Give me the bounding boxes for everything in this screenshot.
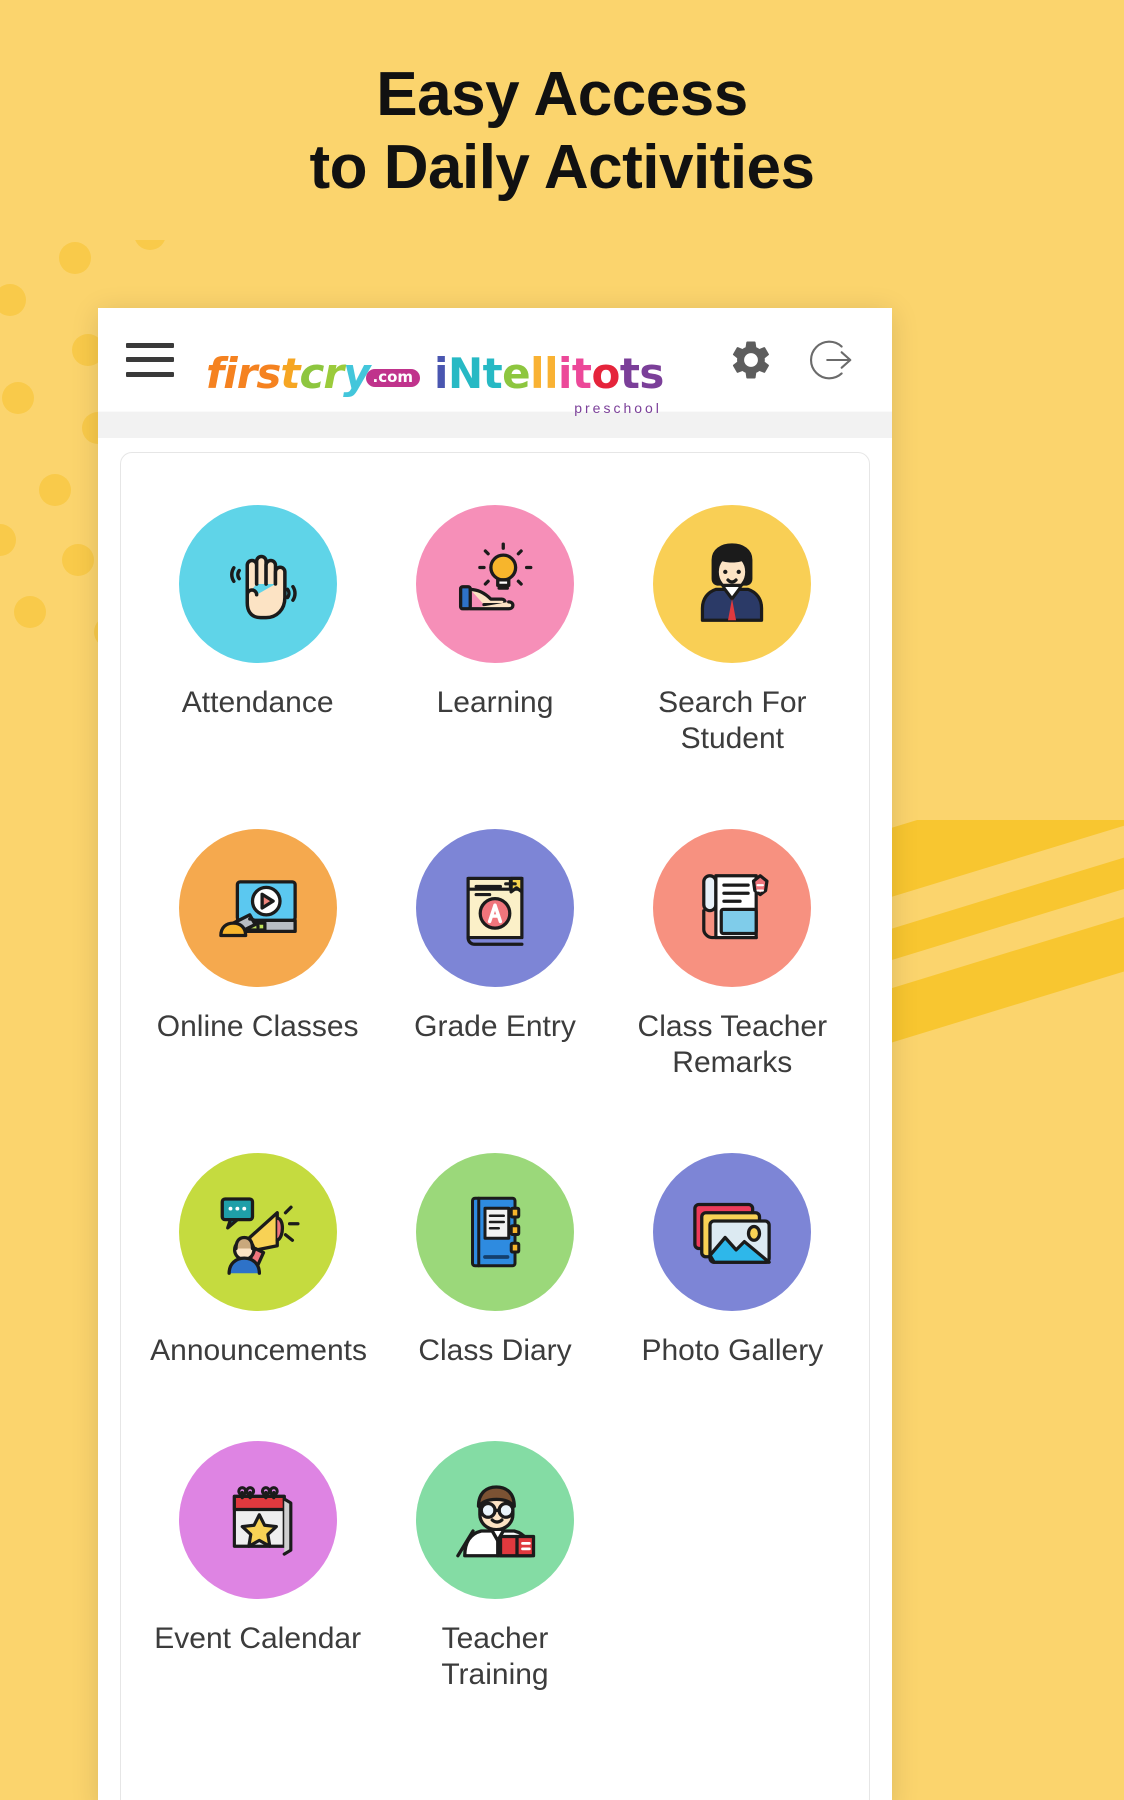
raised-hand-icon [178,505,337,663]
tile-label: Photo Gallery [641,1334,824,1367]
tile-teacher-training[interactable]: Teacher Training [376,1441,613,1693]
row-spacer [376,775,613,811]
video-player-icon [178,829,337,987]
grade-certificate-icon [415,829,574,987]
app-window: firstcry .com iNtellitots preschool Atte… [98,308,892,1800]
tile-online-classes[interactable]: Online Classes [139,829,376,1081]
diary-book-icon [415,1153,574,1311]
tile-event-calendar[interactable]: Event Calendar [139,1441,376,1693]
tile-attendance[interactable]: Attendance [139,505,376,757]
tile-label: Class Diary [418,1334,572,1367]
row-spacer [614,1099,851,1135]
hamburger-menu-icon[interactable] [126,342,174,377]
tile-learning[interactable]: Learning [376,505,613,757]
app-header: firstcry .com iNtellitots preschool [98,308,892,415]
app-subbar [98,412,892,438]
grid-empty-cell [614,1441,851,1693]
tile-label: Teacher Training [441,1622,549,1691]
tile-search-for-student[interactable]: Search For Student [614,505,851,757]
tile-label: Announcements [150,1334,367,1367]
photo-stack-icon [653,1153,812,1311]
brand-logo-tagline: preschool [574,399,662,416]
stripe-1 [884,820,1124,915]
row-spacer [139,775,376,811]
row-spacer [376,1387,613,1423]
brand-logo[interactable]: firstcry .com iNtellitots preschool [174,325,728,415]
gear-icon[interactable] [728,337,774,383]
megaphone-icon [178,1153,337,1311]
stripe-3 [884,888,1124,1061]
dashboard-card: Attendance Learning Search For Student O… [120,452,870,1800]
hand-lightbulb-icon [415,505,574,663]
brand-logo-dotcom-badge: .com [365,368,421,387]
row-spacer [139,1099,376,1135]
stripe-2 [884,827,1124,980]
tile-label: Event Calendar [154,1622,362,1655]
brand-logo-intellitots: iNtellitots preschool [434,352,664,415]
hero-title-line-2: to Daily Activities [309,133,815,203]
header-actions [728,335,858,385]
student-girl-icon [653,505,812,663]
brand-logo-firstcry: firstcry .com [206,352,421,395]
tile-grade-entry[interactable]: Grade Entry [376,829,613,1081]
row-spacer [614,775,851,811]
tile-announcements[interactable]: Announcements [139,1153,376,1369]
dashboard-grid: Attendance Learning Search For Student O… [139,505,851,1693]
teacher-book-icon [415,1441,574,1599]
remarks-scroll-icon [653,829,812,987]
brand-letter-f: firstcry [206,348,371,398]
brand-logo-intellitots-text: iNtellitots [434,348,664,398]
row-spacer [376,1099,613,1135]
tile-label: Search For Student [658,686,807,755]
tile-class-teacher-remarks[interactable]: Class Teacher Remarks [614,829,851,1081]
tile-photo-gallery[interactable]: Photo Gallery [614,1153,851,1369]
logout-arrow-icon[interactable] [808,335,858,385]
background-stripes-decoration [884,820,1124,1440]
tile-label: Grade Entry [414,1010,576,1043]
tile-label: Online Classes [156,1010,359,1043]
hamburger-bar-1 [126,342,174,348]
hamburger-bar-3 [126,371,174,377]
hamburger-bar-2 [126,357,174,362]
calendar-star-icon [178,1441,337,1599]
tile-class-diary[interactable]: Class Diary [376,1153,613,1369]
hero-title: Easy Access to Daily Activities [0,58,1124,204]
row-spacer [139,1387,376,1423]
tile-label: Learning [436,686,554,719]
tile-label: Attendance [181,686,334,719]
hero-title-line-1: Easy Access [376,60,748,129]
row-spacer [614,1387,851,1423]
tile-label: Class Teacher Remarks [637,1010,828,1079]
